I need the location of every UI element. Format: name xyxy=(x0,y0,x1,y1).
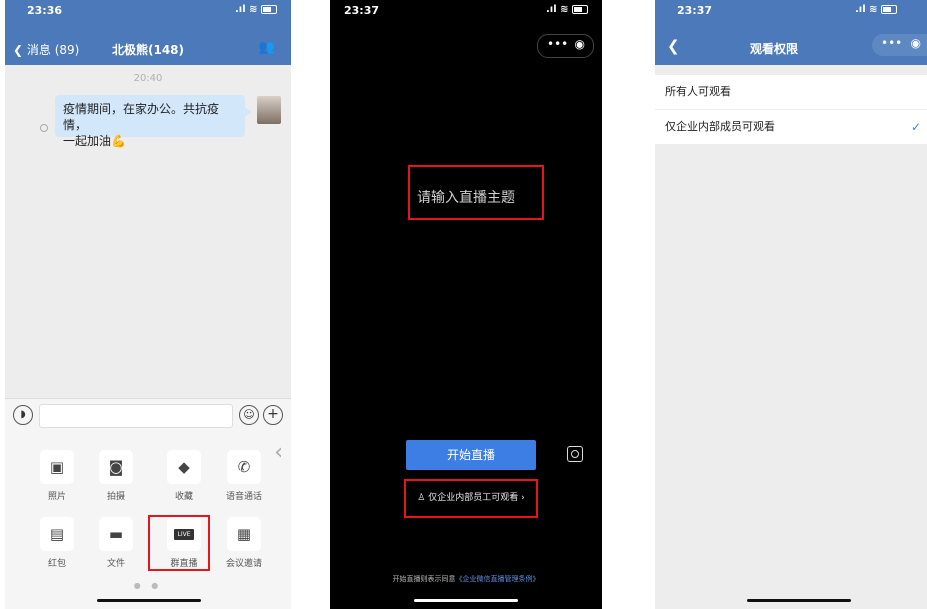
start-live-button[interactable]: 开始直播 xyxy=(406,440,536,470)
signal-wifi-battery-icon: .ıl ≋ xyxy=(235,4,277,15)
close-circle-icon[interactable]: ◉ xyxy=(911,36,921,50)
option-label: 所有人可观看 xyxy=(665,85,731,98)
more-icon[interactable]: ••• xyxy=(547,37,568,51)
tool-photo[interactable]: ▣ 照片 xyxy=(30,450,84,502)
tool-file[interactable]: ▬ 文件 xyxy=(89,517,143,569)
cube-icon: ◆ xyxy=(167,450,201,484)
miniprogram-capsule: ••• ◉ xyxy=(872,34,927,56)
terms-link[interactable]: 《企业微信直播管理条例》 xyxy=(456,575,540,583)
tool-label: 收藏 xyxy=(174,492,193,502)
tool-voice-call[interactable]: ✆ 语音通话 xyxy=(217,450,271,502)
tool-label: 照片 xyxy=(47,492,66,502)
voice-input-icon[interactable]: ◗ xyxy=(13,405,33,425)
folder-icon: ▬ xyxy=(99,517,133,551)
red-packet-icon: ▤ xyxy=(40,517,74,551)
tool-label: 文件 xyxy=(106,559,125,569)
tool-label: 会议邀请 xyxy=(225,559,262,569)
close-circle-icon[interactable]: ◉ xyxy=(575,37,585,51)
tool-meeting-invite[interactable]: ▦ 会议邀请 xyxy=(217,517,271,569)
checkmark-icon: ✓ xyxy=(910,120,921,134)
page-title: 观看权限 xyxy=(750,42,799,56)
chevron-left-icon[interactable]: ‹ xyxy=(274,440,283,465)
miniprogram-capsule: ••• ◉ xyxy=(537,34,594,58)
more-icon[interactable]: ••• xyxy=(881,36,902,50)
home-indicator[interactable] xyxy=(414,599,518,602)
status-bar: 23:37 .ıl ≋ xyxy=(655,0,927,20)
plus-icon[interactable]: + xyxy=(263,405,283,425)
status-bar: 23:36 .ıl ≋ xyxy=(5,0,291,20)
message-line-1: 疫情期间，在家办公。共抗疫情， xyxy=(63,102,220,132)
phone-icon: ✆ xyxy=(227,450,261,484)
live-setup-screen: 23:37 .ıl ≋ ••• ◉ 请输入直播主题 开始直播 ♙ 仅企业内部员工… xyxy=(330,0,602,609)
view-permission-screen: 23:37 .ıl ≋ ❮ 观看权限 ••• ◉ 所有人可观看 仅企业内部成员可… xyxy=(655,0,927,609)
input-bar: ◗ ☺ + xyxy=(5,398,291,433)
option-internal-only[interactable]: 仅企业内部成员可观看 ✓ xyxy=(655,109,927,144)
page-indicator: ● ● xyxy=(133,581,163,590)
signal-wifi-battery-icon: .ıl ≋ xyxy=(546,4,588,15)
group-members-icon[interactable]: 👥 xyxy=(259,40,275,55)
status-time: 23:36 xyxy=(27,4,63,17)
status-time: 23:37 xyxy=(677,4,713,17)
read-status-icon xyxy=(40,124,48,132)
tool-label: 语音通话 xyxy=(225,492,262,502)
back-icon[interactable]: ❮ xyxy=(667,37,680,55)
flip-camera-icon[interactable] xyxy=(567,446,583,462)
signal-wifi-battery-icon: .ıl ≋ xyxy=(855,4,897,15)
emoji-icon[interactable]: ☺ xyxy=(239,405,259,425)
status-bar: 23:37 .ıl ≋ xyxy=(330,0,602,20)
chat-screen: 23:36 .ıl ≋ ❮ 消息 (89) 北极熊(148) 👥 20:40 疫… xyxy=(5,0,291,609)
terms-prefix: 开始直播则表示同意 xyxy=(392,575,456,583)
message-timestamp: 20:40 xyxy=(133,73,163,84)
option-label: 仅企业内部成员可观看 xyxy=(665,120,775,133)
permission-options: 所有人可观看 仅企业内部成员可观看 ✓ xyxy=(655,75,927,144)
message-input[interactable] xyxy=(39,404,233,428)
message-bubble[interactable]: 疫情期间，在家办公。共抗疫情， 一起加油💪 xyxy=(55,95,251,148)
terms-notice: 开始直播则表示同意《企业微信直播管理条例》 xyxy=(330,574,602,584)
image-icon: ▣ xyxy=(40,450,74,484)
chat-title: 北极熊(148) xyxy=(111,43,185,57)
highlight-box xyxy=(148,515,210,571)
option-everyone[interactable]: 所有人可观看 xyxy=(655,75,927,109)
status-time: 23:37 xyxy=(344,4,380,17)
message-line-2: 一起加油💪 xyxy=(63,134,126,148)
tool-red-packet[interactable]: ▤ 红包 xyxy=(30,517,84,569)
tool-label: 拍摄 xyxy=(106,492,125,502)
highlight-box xyxy=(408,165,544,220)
home-indicator[interactable] xyxy=(747,599,851,602)
tool-favorites[interactable]: ◆ 收藏 xyxy=(157,450,211,502)
tool-camera[interactable]: ◙ 拍摄 xyxy=(89,450,143,502)
home-indicator[interactable] xyxy=(97,599,201,602)
calendar-icon: ▦ xyxy=(227,517,261,551)
tool-label: 红包 xyxy=(47,559,66,569)
avatar[interactable] xyxy=(257,96,281,124)
camera-icon: ◙ xyxy=(99,450,133,484)
highlight-box xyxy=(404,479,538,518)
